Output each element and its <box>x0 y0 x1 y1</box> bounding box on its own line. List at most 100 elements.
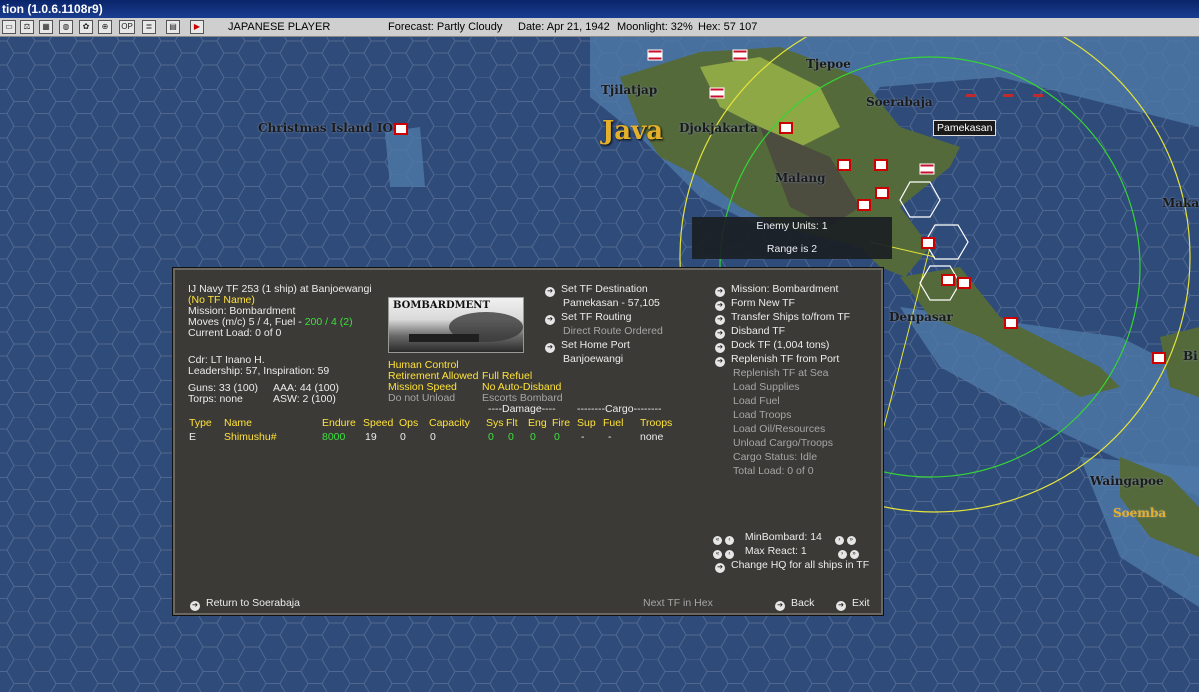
cell-capacity: 0 <box>430 431 436 443</box>
change-hq-button[interactable]: ➔ Change HQ for all ships in TF <box>715 560 869 573</box>
left-arrow-icon[interactable]: ‹ <box>724 550 734 559</box>
col-header: Capacity <box>429 417 470 429</box>
set-routing-button[interactable]: ➔ Set TF Routing <box>545 312 631 325</box>
cell-type: E <box>189 431 197 443</box>
set-routing-label: Set TF Routing <box>561 311 632 323</box>
disband-tf-button[interactable]: ➔ Disband TF <box>715 326 785 339</box>
right-arrow-icon[interactable]: › <box>834 536 844 545</box>
map-label: Bi <box>1183 349 1198 363</box>
torps: Torps: none <box>188 393 243 405</box>
unload-cargo-button: Unload Cargo/Troops <box>733 437 833 449</box>
op-icon[interactable]: OP <box>119 20 135 34</box>
cell-eng: 0 <box>530 431 536 443</box>
exit-label: Exit <box>852 597 870 609</box>
arrow-right-icon: ➔ <box>545 287 555 297</box>
map-label: Djokjakarta <box>679 121 758 135</box>
right-arrow-icon[interactable]: › <box>837 550 847 559</box>
transfer-ships-button[interactable]: ➔ Transfer Ships to/from TF <box>715 312 850 325</box>
double-right-icon[interactable]: » <box>849 550 859 559</box>
arrow-right-icon: ➔ <box>715 301 725 311</box>
home-port-value: Banjoewangi <box>563 353 624 365</box>
double-left-icon[interactable]: « <box>713 550 722 559</box>
map-label: Soerabaja <box>866 95 933 109</box>
set-home-port-button[interactable]: ➔ Set Home Port <box>545 340 630 353</box>
col-header: Sys <box>486 417 504 429</box>
cell-sup: - <box>581 431 585 443</box>
map-label: Waingapoe <box>1090 474 1164 488</box>
leadership: Leadership: 57, Inspiration: 59 <box>188 365 330 377</box>
arrow-right-icon: ➔ <box>715 315 725 325</box>
back-button[interactable]: ➔ Back <box>775 598 814 611</box>
return-label: Return to Soerabaja <box>206 597 300 609</box>
set-destination-button[interactable]: ➔ Set TF Destination <box>545 284 648 297</box>
next-tf-button[interactable]: Next TF in Hex <box>643 598 713 609</box>
chart-icon[interactable]: ▦ <box>39 20 53 34</box>
arrow-right-icon: ➔ <box>836 601 846 611</box>
mission-button[interactable]: ➔ Mission: Bombardment <box>715 284 838 297</box>
dock-tf-button[interactable]: ➔ Dock TF (1,004 tons) <box>715 340 829 353</box>
arrow-right-icon: ➔ <box>190 601 200 611</box>
cell-name[interactable]: Shimushu# <box>224 432 277 443</box>
col-header: Name <box>224 417 253 429</box>
cargo-status: Cargo Status: Idle <box>733 451 818 463</box>
set-destination-label: Set TF Destination <box>561 283 648 295</box>
map-label: Malang <box>775 171 826 185</box>
arrow-right-icon: ➔ <box>715 343 725 353</box>
double-right-icon[interactable]: » <box>846 536 856 545</box>
window-title: tion (1.0.6.1108r9) <box>0 0 1199 18</box>
col-header: Eng <box>528 417 547 429</box>
toolbar: ▭ ⚖ ▦ ◍ ✿ ⊕ OP ≣ ▤ ▶ JAPANESE PLAYER For… <box>0 18 1199 37</box>
grid-icon[interactable]: ⊕ <box>98 20 112 34</box>
route-type: Direct Route Ordered <box>563 325 663 337</box>
return-button[interactable]: ➔ Return to Soerabaja <box>190 598 300 611</box>
asw: ASW: 2 (100) <box>273 393 336 405</box>
cell-troops: none <box>640 431 664 443</box>
current-load: Current Load: 0 of 0 <box>188 327 282 339</box>
map-label: Java <box>602 116 664 146</box>
cargo-header: --------Cargo-------- <box>577 403 662 415</box>
action-label: Mission: Bombardment <box>731 283 839 295</box>
note-icon[interactable]: ▤ <box>166 20 180 34</box>
cell-fire: 0 <box>554 431 560 443</box>
action-label: Form New TF <box>731 297 795 309</box>
col-header: Ops <box>399 417 419 429</box>
left-arrow-icon[interactable]: ‹ <box>724 536 734 545</box>
load-supplies-button: Load Supplies <box>733 381 800 393</box>
save-icon[interactable]: ▭ <box>2 20 16 34</box>
action-label: Dock TF (1,004 tons) <box>731 339 830 351</box>
min-bombard-label: MinBombard: 14 <box>744 531 822 543</box>
globe-icon[interactable]: ◍ <box>59 20 73 34</box>
cell-endure: 8000 <box>322 431 346 443</box>
moonlight-label: Moonlight: 32% <box>617 21 693 33</box>
forecast-label: Forecast: Partly Cloudy <box>388 21 503 33</box>
arrow-right-icon: ➔ <box>715 563 725 573</box>
cell-fuel: - <box>608 431 612 443</box>
map-label: Tjepoe <box>806 57 851 71</box>
load-troops-button: Load Troops <box>733 409 792 421</box>
list-icon[interactable]: ≣ <box>142 20 156 34</box>
scale-icon[interactable]: ⚖ <box>20 20 34 34</box>
back-label: Back <box>791 597 815 609</box>
date-label: Date: Apr 21, 1942 <box>518 21 610 33</box>
map-label: Christmas Island IO <box>258 121 393 135</box>
arrow-right-icon: ➔ <box>715 329 725 339</box>
unload-toggle[interactable]: Do not Unload <box>388 393 455 404</box>
gear-icon[interactable]: ✿ <box>79 20 93 34</box>
max-react-label: Max React: 1 <box>744 545 807 557</box>
map-label: Makas <box>1162 196 1199 210</box>
form-new-tf-button[interactable]: ➔ Form New TF <box>715 298 795 311</box>
map-label: Soemba <box>1113 506 1167 520</box>
replenish-port-button[interactable]: ➔ Replenish TF from Port <box>715 354 839 367</box>
image-caption: BOMBARDMENT <box>393 300 490 311</box>
map-label: Denpasar <box>889 310 953 324</box>
play-icon[interactable]: ▶ <box>190 20 204 34</box>
destination-value: Pamekasan - 57,105 <box>563 297 660 309</box>
col-header: Troops <box>640 417 673 429</box>
col-header: Fire <box>552 417 571 429</box>
load-fuel-button: Load Fuel <box>733 395 780 407</box>
col-header: Endure <box>322 417 356 429</box>
exit-button[interactable]: ➔ Exit <box>836 598 870 611</box>
max-react-row: « ‹ Max React: 1 › » <box>713 546 859 559</box>
arrow-right-icon: ➔ <box>545 343 555 353</box>
double-left-icon[interactable]: « <box>713 536 722 545</box>
